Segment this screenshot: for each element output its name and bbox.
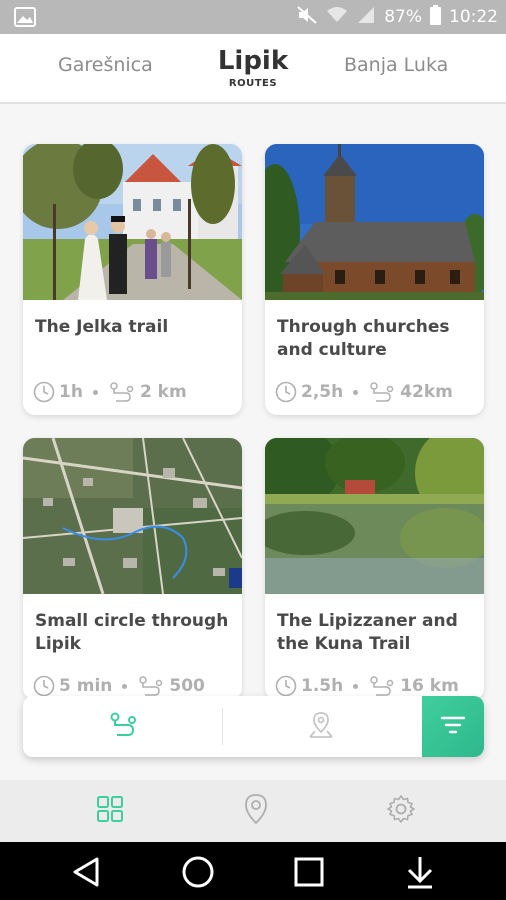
current-city-subtitle: ROUTES: [228, 78, 278, 89]
nav-item-settings[interactable]: [385, 795, 417, 827]
route-title: The Lipizzaner and the Kuna Trail: [277, 611, 458, 654]
route-distance: 16 km: [400, 676, 459, 696]
clock-icon: [275, 675, 297, 697]
divider: [222, 708, 223, 745]
map-pin-icon: [307, 710, 335, 744]
clock: 10:22: [449, 7, 498, 27]
route-card[interactable]: Small circle through Lipik 5 min 500: [23, 438, 242, 700]
nav-item-routes[interactable]: [94, 795, 126, 827]
image-notification-icon: [14, 7, 36, 27]
route-distance: 42km: [400, 382, 453, 402]
nav-item-map[interactable]: [240, 793, 272, 829]
route-meta: 1h 2 km: [33, 380, 187, 404]
route-title: Through churches and culture: [277, 317, 450, 360]
battery-icon: [430, 5, 441, 29]
route-photo: [23, 438, 242, 594]
tab-routes-list[interactable]: [101, 710, 145, 744]
filter-icon: [440, 715, 466, 739]
city-switcher-header: Garešnica Lipik ROUTES Banja Luka: [0, 34, 506, 104]
separator-dot: [92, 389, 98, 395]
route-card[interactable]: Through churches and culture 2,5h 42km: [265, 144, 484, 415]
clock-icon: [275, 381, 297, 403]
filter-button[interactable]: [422, 696, 484, 757]
separator-dot: [122, 683, 128, 689]
route-duration: 2,5h: [301, 382, 344, 402]
route-photo: [23, 144, 242, 300]
route-photo: [265, 144, 484, 300]
system-navigation-bar: [0, 842, 506, 900]
route-meta: 1.5h 16 km: [275, 674, 459, 698]
separator-dot: [353, 389, 359, 395]
back-button[interactable]: [68, 854, 104, 890]
home-button[interactable]: [180, 854, 216, 890]
distance-icon: [368, 674, 396, 698]
route-card[interactable]: The Lipizzaner and the Kuna Trail 1.5h 1…: [265, 438, 484, 700]
notifications-pull-button[interactable]: [402, 854, 438, 890]
route-photo: [265, 438, 484, 594]
gear-icon: [386, 794, 416, 828]
mute-icon: [296, 5, 318, 29]
route-title: Small circle through Lipik: [35, 611, 229, 654]
route-card[interactable]: The Jelka trail 1h 2 km: [23, 144, 242, 415]
route-icon: [108, 711, 138, 743]
view-switcher-bar: [23, 696, 484, 757]
bottom-navigation: [0, 780, 506, 842]
wifi-icon: [326, 6, 348, 28]
status-bar: 87% 10:22: [0, 0, 506, 34]
signal-icon: [356, 6, 376, 28]
location-icon: [243, 793, 269, 829]
route-duration: 5 min: [59, 676, 113, 696]
grid-icon: [96, 795, 124, 827]
city-tab-next[interactable]: Banja Luka: [344, 54, 448, 76]
route-meta: 5 min 500: [33, 674, 205, 698]
clock-icon: [33, 675, 55, 697]
distance-icon: [108, 380, 136, 404]
route-duration: 1.5h: [301, 676, 344, 696]
route-duration: 1h: [59, 382, 83, 402]
route-meta: 2,5h 42km: [275, 380, 453, 404]
distance-icon: [137, 674, 165, 698]
battery-percent: 87%: [384, 7, 422, 27]
distance-icon: [368, 380, 396, 404]
clock-icon: [33, 381, 55, 403]
separator-dot: [353, 683, 359, 689]
route-distance: 500: [169, 676, 205, 696]
route-title: The Jelka trail: [35, 317, 169, 337]
recents-button[interactable]: [291, 854, 327, 890]
tab-map-view[interactable]: [299, 710, 343, 744]
route-distance: 2 km: [139, 382, 187, 402]
